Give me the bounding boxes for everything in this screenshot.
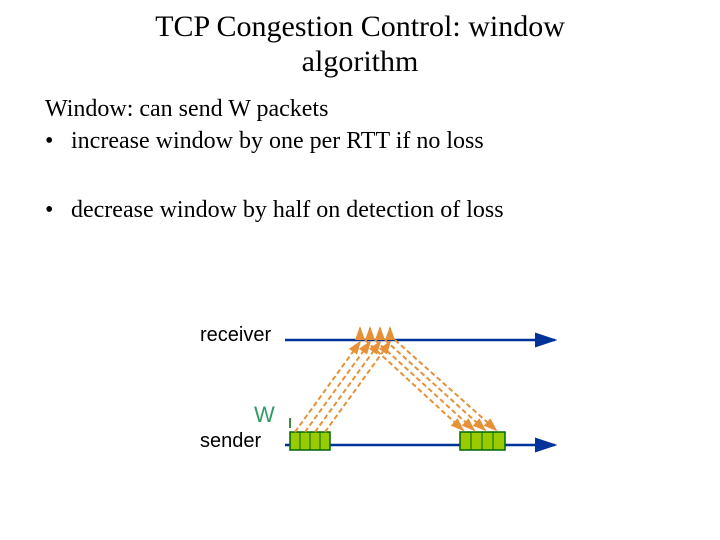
bullet-dot-icon: • — [45, 194, 71, 226]
receiver-label: receiver — [200, 324, 271, 347]
body-text: Window: can send W packets • increase wi… — [0, 93, 720, 226]
tcp-window-diagram: receiver W sender — [0, 310, 720, 510]
line-window-def: Window: can send W packets — [45, 93, 690, 125]
bullet-increase: • increase window by one per RTT if no l… — [45, 125, 690, 157]
title-line-2: algorithm — [302, 45, 419, 78]
sender-label: sender — [200, 430, 261, 453]
packet-arrows — [295, 342, 390, 432]
bullet-increase-text: increase window by one per RTT if no los… — [71, 125, 484, 157]
bullet-dot-icon: • — [45, 125, 71, 157]
bullet-decrease: • decrease window by half on detection o… — [45, 194, 690, 226]
ack-arrows — [365, 340, 496, 430]
receiver-ticks — [360, 328, 390, 340]
diagram-svg — [280, 310, 570, 470]
title-line-1: TCP Congestion Control: window — [155, 10, 565, 43]
bullet-decrease-text: decrease window by half on detection of … — [71, 194, 504, 226]
slide-title: TCP Congestion Control: window algorithm — [0, 0, 720, 79]
w-label: W — [254, 402, 275, 428]
